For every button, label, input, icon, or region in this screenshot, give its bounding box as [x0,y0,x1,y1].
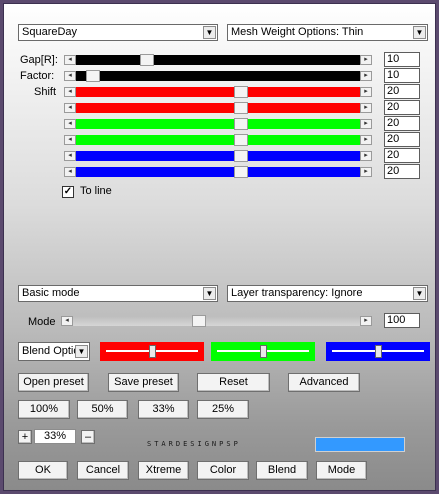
slider-thumb[interactable] [86,70,100,82]
zoom-50-button[interactable]: 50% [77,400,128,419]
mode-slider-label: Mode [28,316,56,328]
ok-button[interactable]: OK [18,461,68,480]
color-slider-thumb[interactable] [260,345,267,358]
color-slider-green[interactable] [211,342,315,361]
slider-right-arrow-icon[interactable]: ▸ [360,103,372,113]
slider-value-field[interactable]: 20 [384,116,420,131]
color-slider-blue[interactable] [326,342,430,361]
slider-thumb[interactable] [140,54,154,66]
slider-track[interactable] [76,119,360,129]
slider-right-arrow-icon[interactable]: ▸ [360,87,372,97]
slider-thumb[interactable] [234,86,248,98]
mode-slider-thumb[interactable] [192,315,206,327]
mode-select[interactable]: Basic mode ▼ [18,285,218,302]
slider-track[interactable] [76,103,360,113]
slider-left-arrow-icon[interactable]: ◂ [64,71,76,81]
color-slider-thumb[interactable] [149,345,156,358]
slider-left-arrow-icon[interactable]: ◂ [64,135,76,145]
slider-left-arrow-icon[interactable]: ◂ [61,316,73,326]
slider-left-arrow-icon[interactable]: ◂ [64,87,76,97]
slider-track[interactable] [76,87,360,97]
to-line-label: To line [80,185,112,197]
blend-options-select[interactable]: Blend Optio ▼ [18,342,90,361]
slider-right-arrow-icon[interactable]: ▸ [360,135,372,145]
slider-right-arrow-icon[interactable]: ▸ [360,167,372,177]
slider-label: Shift [34,86,57,98]
slider-track[interactable] [76,71,360,81]
cancel-button[interactable]: Cancel [77,461,129,480]
advanced-button[interactable]: Advanced [288,373,360,392]
zoom-25-button[interactable]: 25% [197,400,249,419]
slider-track[interactable] [76,167,360,177]
mode-value-field[interactable]: 100 [384,313,420,328]
zoom-out-button[interactable]: – [81,430,95,444]
blend-button[interactable]: Blend [256,461,308,480]
slider-value-field[interactable]: 20 [384,84,420,99]
xtreme-button[interactable]: Xtreme [138,461,189,480]
slider-thumb[interactable] [234,102,248,114]
mesh-weight-select-value: Mesh Weight Options: Thin [231,26,364,38]
filter-dialog: SquareDay ▼ Mesh Weight Options: Thin ▼ … [3,3,436,491]
chevron-down-icon[interactable]: ▼ [75,345,88,358]
zoom-level-field[interactable]: 33% [34,429,76,444]
slider-right-arrow-icon[interactable]: ▸ [360,151,372,161]
reset-button[interactable]: Reset [197,373,270,392]
save-preset-button[interactable]: Save preset [108,373,179,392]
slider-value-field[interactable]: 20 [384,148,420,163]
preset-select[interactable]: SquareDay ▼ [18,24,218,41]
slider-right-arrow-icon[interactable]: ▸ [360,55,372,65]
color-slider-red[interactable] [100,342,204,361]
slider-value-field[interactable]: 20 [384,100,420,115]
layer-transparency-select[interactable]: Layer transparency: Ignore ▼ [227,285,428,302]
slider-left-arrow-icon[interactable]: ◂ [64,151,76,161]
preset-select-value: SquareDay [22,26,78,38]
chevron-down-icon[interactable]: ▼ [203,26,216,39]
slider-track[interactable] [76,151,360,161]
slider-label: Factor: [20,70,55,82]
slider-thumb[interactable] [234,134,248,146]
mesh-weight-select[interactable]: Mesh Weight Options: Thin ▼ [227,24,428,41]
slider-label: Gap[R]: [20,54,58,66]
mode-select-value: Basic mode [22,287,80,299]
to-line-checkbox[interactable]: ✓ [62,186,74,198]
color-swatch[interactable] [315,437,405,452]
credit-text: STARDESIGNPSP [147,440,241,448]
layer-transparency-select-value: Layer transparency: Ignore [231,287,363,299]
slider-value-field[interactable]: 20 [384,164,420,179]
slider-thumb[interactable] [234,166,248,178]
slider-value-field[interactable]: 10 [384,68,420,83]
mode-slider-track[interactable] [73,316,360,326]
slider-track[interactable] [76,55,360,65]
slider-left-arrow-icon[interactable]: ◂ [64,103,76,113]
zoom-33-button[interactable]: 33% [138,400,189,419]
slider-thumb[interactable] [234,150,248,162]
slider-track[interactable] [76,135,360,145]
slider-left-arrow-icon[interactable]: ◂ [64,55,76,65]
blend-options-value: Blend Optio [22,345,80,357]
zoom-in-button[interactable]: + [18,430,32,444]
slider-right-arrow-icon[interactable]: ▸ [360,71,372,81]
color-button[interactable]: Color [197,461,249,480]
slider-value-field[interactable]: 10 [384,52,420,67]
slider-value-field[interactable]: 20 [384,132,420,147]
slider-left-arrow-icon[interactable]: ◂ [64,167,76,177]
open-preset-button[interactable]: Open preset [18,373,89,392]
slider-right-arrow-icon[interactable]: ▸ [360,119,372,129]
chevron-down-icon[interactable]: ▼ [413,287,426,300]
chevron-down-icon[interactable]: ▼ [203,287,216,300]
chevron-down-icon[interactable]: ▼ [413,26,426,39]
slider-right-arrow-icon[interactable]: ▸ [360,316,372,326]
color-slider-thumb[interactable] [375,345,382,358]
slider-left-arrow-icon[interactable]: ◂ [64,119,76,129]
zoom-100-button[interactable]: 100% [18,400,70,419]
slider-thumb[interactable] [234,118,248,130]
mode-button[interactable]: Mode [316,461,367,480]
